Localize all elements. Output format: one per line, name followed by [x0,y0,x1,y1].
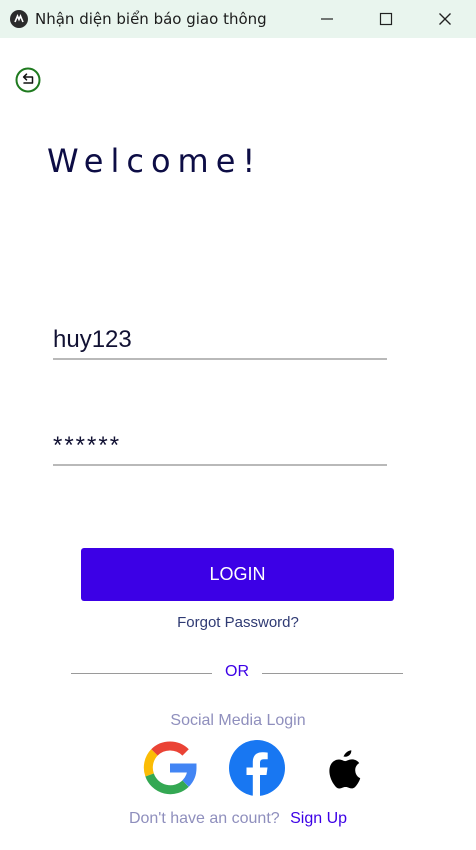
forgot-password-link[interactable]: Forgot Password? [0,614,476,631]
signup-link[interactable]: Sign Up [290,810,347,827]
window-title: Nhận diện biển báo giao thông [35,10,267,28]
or-label: OR [225,663,249,680]
google-login-button[interactable] [141,739,199,797]
divider-left [71,673,212,674]
back-arrow-icon [15,67,41,93]
back-button[interactable] [14,66,42,94]
apple-login-button[interactable] [314,739,372,797]
minimize-icon [321,18,333,20]
login-button[interactable]: LOGIN [81,548,394,601]
username-field[interactable]: huy123 [53,322,387,360]
google-icon [143,741,197,795]
signup-row: Don't have an count? Sign Up [0,810,476,828]
minimize-button[interactable] [298,0,356,38]
close-icon [439,13,451,25]
window-titlebar: Nhận diện biển báo giao thông [0,0,476,38]
facebook-login-button[interactable] [228,739,286,797]
welcome-heading: Welcome! [47,142,263,180]
login-button-label: LOGIN [209,564,266,584]
app-icon [10,10,28,28]
apple-icon [329,750,361,789]
facebook-icon [229,740,285,796]
maximize-button[interactable] [357,0,415,38]
password-field[interactable]: ****** [53,428,387,466]
social-login-label: Social Media Login [170,712,306,729]
signup-prompt: Don't have an count? [128,810,280,827]
close-button[interactable] [416,0,474,38]
maximize-icon [379,12,393,26]
divider-right [262,673,403,674]
